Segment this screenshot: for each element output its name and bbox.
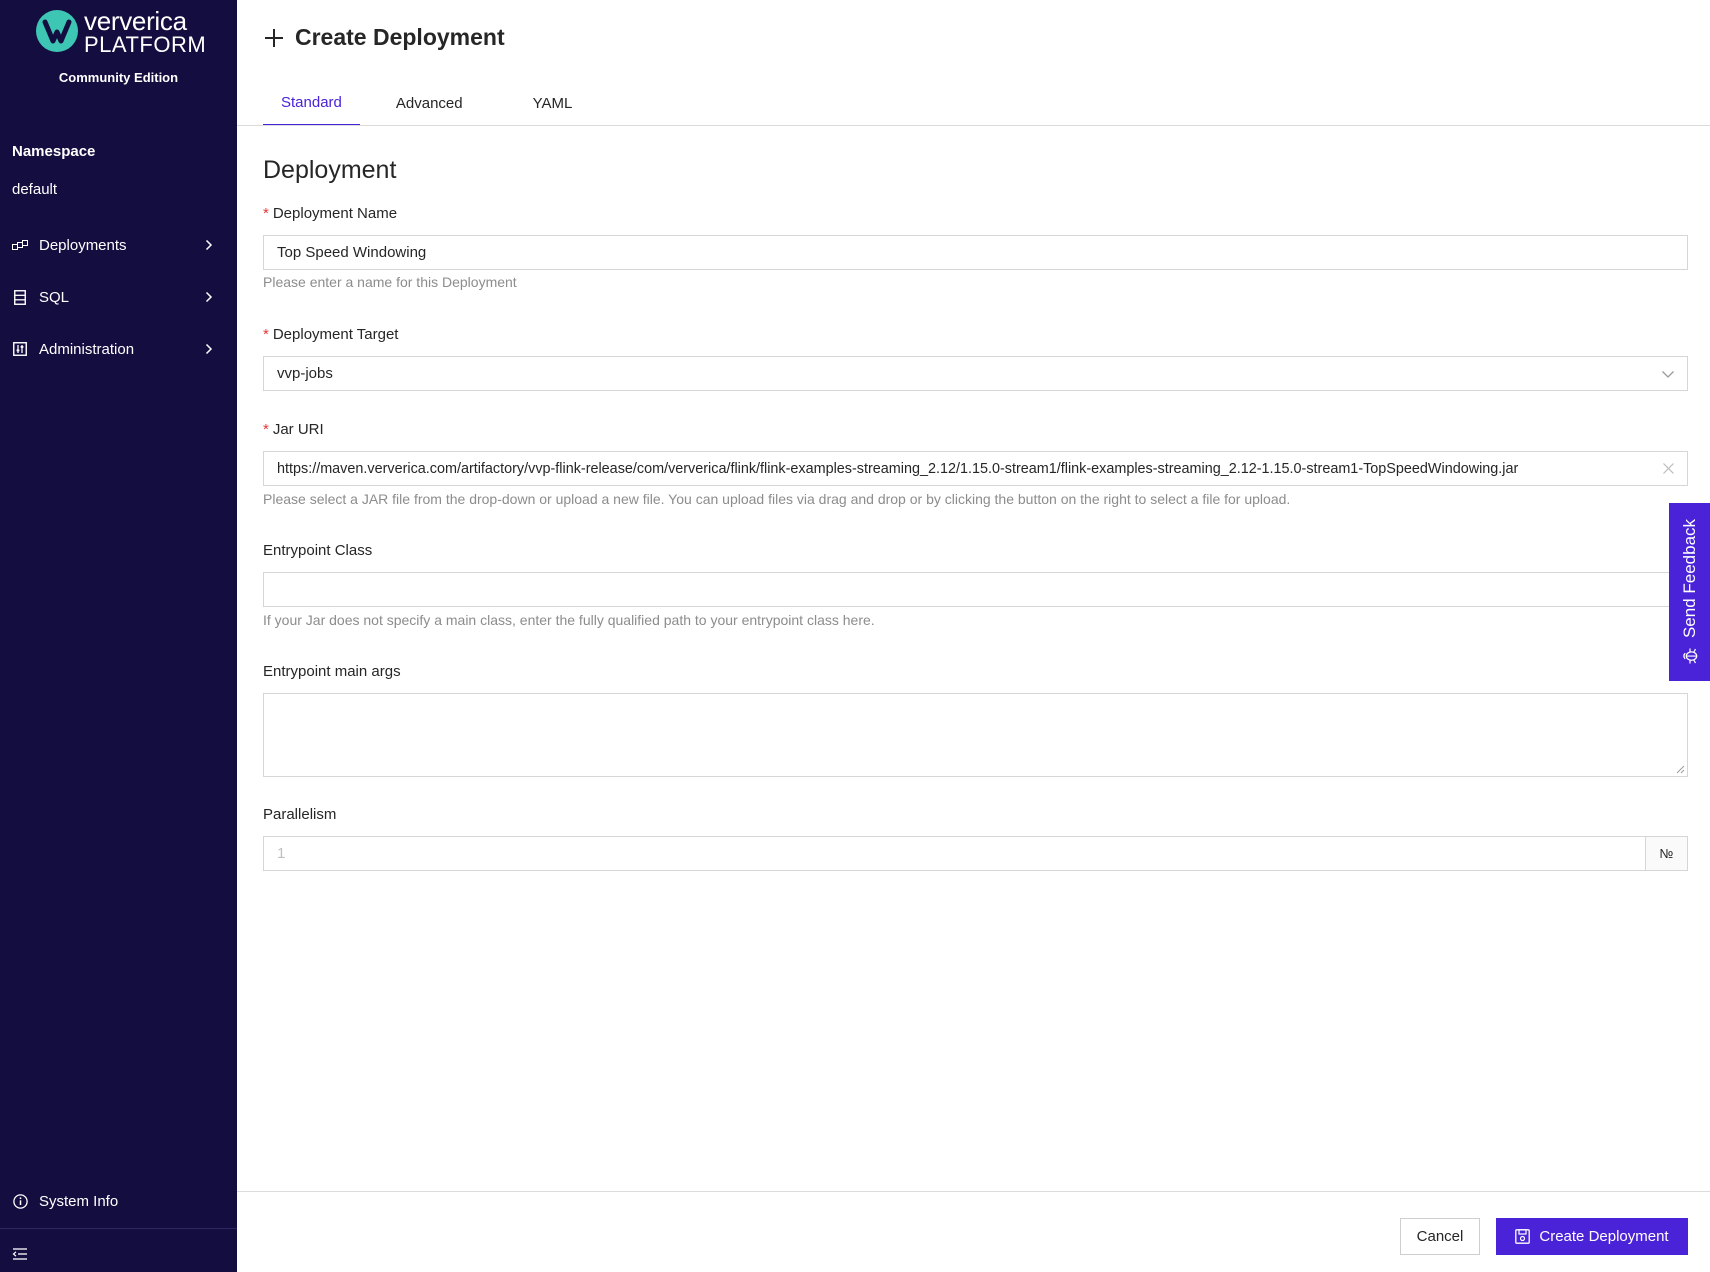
collapse-sidebar-icon[interactable] — [12, 1247, 28, 1263]
sidebar-item-label: SQL — [39, 288, 70, 306]
entrypoint-class-help: If your Jar does not specify a main clas… — [263, 612, 875, 628]
deployment-name-label-text: Deployment Name — [272, 205, 398, 222]
entrypoint-class-label: Entrypoint Class — [263, 542, 373, 559]
sidebar-item-deployments[interactable]: Deployments — [0, 225, 237, 265]
footer-divider — [237, 1191, 1710, 1192]
clear-icon[interactable] — [1662, 462, 1675, 475]
tabs-divider — [237, 125, 1710, 126]
parallelism-input[interactable]: 1 № — [263, 836, 1688, 871]
deployment-target-label-text: Deployment Target — [272, 326, 399, 343]
deployment-target-value: vvp-jobs — [277, 365, 333, 382]
deployment-name-input[interactable]: Top Speed Windowing — [263, 235, 1688, 270]
page-title-text: Create Deployment — [295, 24, 505, 50]
jar-uri-help: Please select a JAR file from the drop-d… — [263, 491, 1291, 507]
deployment-target-label: * Deployment Target — [263, 326, 398, 343]
info-icon — [12, 1193, 28, 1209]
required-marker: * — [263, 326, 269, 343]
jar-uri-value: https://maven.ververica.com/artifactory/… — [277, 460, 1519, 477]
bug-icon — [1682, 648, 1697, 664]
cancel-button-label: Cancel — [1416, 1228, 1464, 1245]
create-deployment-button-label: Create Deployment — [1539, 1228, 1669, 1245]
edition-label: Community Edition — [58, 70, 179, 85]
deployment-target-select[interactable]: vvp-jobs — [263, 356, 1688, 391]
tab-advanced[interactable]: Advanced — [378, 80, 481, 126]
ververica-logo-icon — [36, 10, 78, 52]
save-icon — [1515, 1229, 1531, 1244]
required-marker: * — [263, 205, 269, 222]
jar-uri-input[interactable]: https://maven.ververica.com/artifactory/… — [263, 451, 1688, 486]
plus-icon — [265, 28, 283, 47]
jar-uri-label-text: Jar URI — [272, 421, 324, 438]
chevron-right-icon — [201, 291, 217, 303]
parallelism-placeholder: 1 — [277, 845, 286, 862]
tab-yaml[interactable]: YAML — [515, 80, 591, 126]
sidebar-item-label: Administration — [39, 340, 135, 358]
sql-icon — [12, 289, 28, 305]
deployments-icon — [12, 237, 28, 253]
tabs: Standard Advanced YAML — [263, 80, 590, 126]
required-marker: * — [263, 421, 269, 438]
chevron-down-icon — [1662, 371, 1674, 378]
tab-standard[interactable]: Standard — [263, 80, 360, 126]
sidebar-item-label: System Info — [39, 1192, 119, 1210]
sidebar: ververica PLATFORM Community Edition Nam… — [0, 0, 237, 1272]
jar-uri-label: * Jar URI — [263, 421, 324, 438]
send-feedback-tab[interactable]: Send Feedback — [1669, 503, 1710, 681]
create-deployment-button[interactable]: Create Deployment — [1496, 1218, 1688, 1255]
entrypoint-class-input[interactable] — [263, 572, 1688, 607]
section-title: Deployment — [263, 156, 397, 184]
parallelism-label: Parallelism — [263, 806, 337, 823]
entrypoint-args-textarea[interactable] — [263, 693, 1688, 777]
namespace-selector[interactable]: default — [12, 181, 57, 198]
logo-brand-text: ververica — [84, 6, 187, 36]
logo-product-text: PLATFORM — [84, 32, 207, 57]
deployment-name-help: Please enter a name for this Deployment — [263, 274, 517, 290]
namespace-label: Namespace — [12, 143, 96, 160]
sidebar-item-administration[interactable]: Administration — [0, 329, 237, 369]
chevron-right-icon — [201, 343, 217, 355]
chevron-right-icon — [201, 239, 217, 251]
entrypoint-args-label: Entrypoint main args — [263, 663, 401, 680]
deployment-name-value: Top Speed Windowing — [277, 244, 427, 261]
parallelism-suffix: № — [1645, 837, 1687, 870]
cancel-button[interactable]: Cancel — [1400, 1218, 1480, 1255]
send-feedback-label: Send Feedback — [1679, 518, 1699, 639]
sidebar-item-label: Deployments — [39, 236, 127, 254]
main-content: Create Deployment Standard Advanced YAML… — [237, 0, 1710, 1272]
sidebar-item-sql[interactable]: SQL — [0, 277, 237, 317]
page-title: Create Deployment — [263, 24, 505, 51]
sidebar-item-system-info[interactable]: System Info — [0, 1181, 237, 1221]
administration-icon — [12, 341, 28, 357]
resize-handle-icon[interactable] — [1675, 764, 1685, 774]
deployment-name-label: * Deployment Name — [263, 205, 397, 222]
ververica-logo[interactable]: ververica PLATFORM — [34, 6, 207, 58]
sidebar-divider — [0, 1228, 237, 1229]
